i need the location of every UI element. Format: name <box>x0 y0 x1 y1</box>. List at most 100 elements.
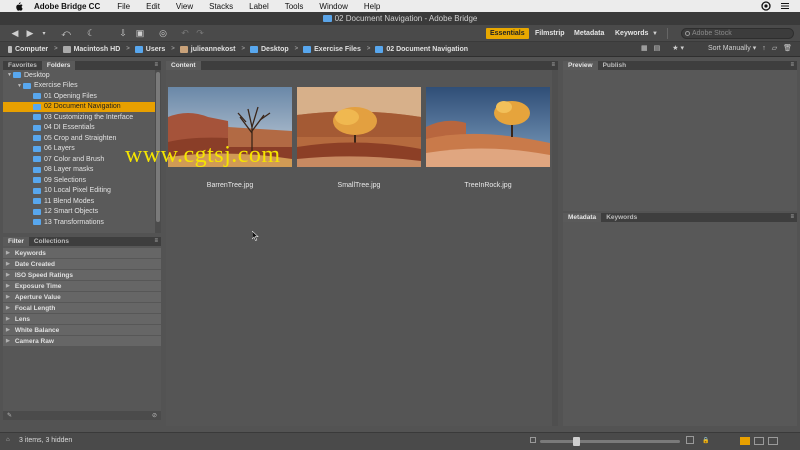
refine-icon[interactable]: ▣ <box>134 28 146 39</box>
menu-label[interactable]: Label <box>249 2 269 11</box>
zoom-in-icon[interactable] <box>686 436 694 444</box>
filter-category[interactable]: ▶ ISO Speed Ratings <box>3 270 161 280</box>
filter-category[interactable]: ▶ Focal Length <box>3 303 161 313</box>
tab-collections[interactable]: Collections <box>29 237 74 246</box>
breadcrumb-users[interactable]: Users > <box>134 45 175 53</box>
thumbnail-filename[interactable]: BarrenTree.jpg <box>207 182 253 189</box>
creative-cloud-icon[interactable] <box>761 1 771 11</box>
disclosure-triangle-icon[interactable]: ▶ <box>6 283 10 289</box>
thumbnail-quality-icon[interactable]: ▦ <box>641 44 648 52</box>
slider-knob[interactable] <box>573 437 580 446</box>
filter-category[interactable]: ▶ Aperture Value <box>3 292 161 302</box>
folder-tree-item[interactable]: 04 DI Essentials <box>3 123 155 134</box>
recent-dropdown-icon[interactable]: ▾ <box>40 28 48 39</box>
workspace-filmstrip[interactable]: Filmstrip <box>531 28 569 39</box>
tab-content[interactable]: Content <box>166 61 201 70</box>
menu-help[interactable]: Help <box>364 2 380 11</box>
menu-window[interactable]: Window <box>319 2 347 11</box>
folder-tree-item[interactable]: 11 Blend Modes <box>3 196 155 207</box>
thumbnail-image-small-tree[interactable] <box>297 87 421 167</box>
filter-category[interactable]: ▶ Keywords <box>3 248 161 258</box>
rotate-right-icon[interactable]: ↷ <box>195 28 205 39</box>
thumbnail-filename[interactable]: TreeInRock.jpg <box>464 182 511 189</box>
tab-filter[interactable]: Filter <box>3 237 29 246</box>
app-name-menu[interactable]: Adobe Bridge CC <box>34 2 100 11</box>
view-details-button[interactable] <box>754 437 764 445</box>
filter-category[interactable]: ▶ Camera Raw <box>3 336 161 346</box>
disclosure-triangle-icon[interactable]: ▶ <box>6 316 10 322</box>
boomerang-icon[interactable]: ⤺ <box>60 28 72 39</box>
open-in-camera-raw-icon[interactable]: ◎ <box>158 28 168 39</box>
folder-tree-item[interactable]: 09 Selections <box>3 175 155 186</box>
folder-tree-item[interactable]: ▼ Exercise Files <box>3 81 155 92</box>
pin-icon[interactable]: ✎ <box>7 412 12 419</box>
workspace-keywords[interactable]: Keywords <box>611 28 652 39</box>
thumbnail-size-slider[interactable] <box>540 437 680 446</box>
new-folder-icon[interactable]: ▱ <box>772 44 777 52</box>
thumbnail-item[interactable]: SmallTree.jpg <box>297 87 421 189</box>
workspace-metadata[interactable]: Metadata <box>570 28 608 39</box>
filter-category[interactable]: ▶ White Balance <box>3 325 161 335</box>
camera-download-icon[interactable]: ⇩ <box>117 28 129 39</box>
clear-filter-icon[interactable]: ⊘ <box>152 412 157 419</box>
breadcrumb-exercise-files[interactable]: Exercise Files > <box>303 45 370 53</box>
disclosure-triangle-icon[interactable]: ▶ <box>6 261 10 267</box>
filter-category[interactable]: ▶ Exposure Time <box>3 281 161 291</box>
thumbnail-item[interactable]: TreeInRock.jpg <box>426 87 550 189</box>
folder-tree-item[interactable]: ▼ Desktop <box>3 70 155 81</box>
folder-tree-item[interactable]: 02 Document Navigation <box>3 101 155 112</box>
sort-dropdown[interactable]: Sort Manually ▾ <box>708 44 756 52</box>
lock-icon[interactable]: 🔒 <box>702 437 709 444</box>
view-options-icon[interactable]: ▤ <box>654 44 661 52</box>
folder-tree-item[interactable]: 03 Customizing the Interface <box>3 112 155 123</box>
workspace-menu-chevron-icon[interactable]: ▼ <box>651 28 659 39</box>
sort-direction-icon[interactable]: ↑ <box>762 45 766 52</box>
folder-tree-item[interactable]: 13 Transformations <box>3 217 155 228</box>
rotate-left-icon[interactable]: ↶ <box>180 28 190 39</box>
notification-center-icon[interactable] <box>780 1 790 11</box>
menu-edit[interactable]: Edit <box>146 2 160 11</box>
tab-preview[interactable]: Preview <box>563 61 598 70</box>
forward-arrow-icon[interactable]: ▶ <box>25 28 35 39</box>
tab-favorites[interactable]: Favorites <box>3 61 42 70</box>
panel-menu-icon[interactable]: ≡ <box>154 62 158 68</box>
disclosure-triangle-icon[interactable]: ▶ <box>6 305 10 311</box>
menu-tools[interactable]: Tools <box>285 2 304 11</box>
menu-view[interactable]: View <box>176 2 193 11</box>
search-input[interactable]: Adobe Stock <box>681 28 794 39</box>
workspace-essentials[interactable]: Essentials <box>486 28 529 39</box>
filter-category[interactable]: ▶ Date Created <box>3 259 161 269</box>
breadcrumb-desktop[interactable]: Desktop > <box>250 45 298 53</box>
breadcrumb-macintosh-hd[interactable]: Macintosh HD > <box>62 45 130 53</box>
delete-icon[interactable]: 🗑 <box>783 44 792 52</box>
panel-menu-icon[interactable]: ≡ <box>790 62 794 68</box>
back-arrow-icon[interactable]: ◀ <box>10 28 20 39</box>
reveal-recent-icon[interactable]: ☾ <box>86 28 96 39</box>
disclosure-triangle-icon[interactable]: ▶ <box>6 294 10 300</box>
disclosure-triangle-icon[interactable]: ▶ <box>6 327 10 333</box>
tab-folders[interactable]: Folders <box>41 61 76 70</box>
tab-keywords[interactable]: Keywords <box>601 213 642 222</box>
panel-menu-icon[interactable]: ≡ <box>551 62 555 68</box>
disclosure-triangle-icon[interactable]: ▶ <box>6 338 10 344</box>
content-scrollbar[interactable] <box>552 70 558 426</box>
tab-publish[interactable]: Publish <box>598 61 631 70</box>
view-thumbnails-button[interactable] <box>740 437 750 445</box>
panel-menu-icon[interactable]: ≡ <box>790 214 794 220</box>
filter-category[interactable]: ▶ Lens <box>3 314 161 324</box>
breadcrumb-julieannekost[interactable]: julieannekost > <box>179 45 245 53</box>
folder-tree-item[interactable]: 12 Smart Objects <box>3 207 155 218</box>
view-list-button[interactable] <box>768 437 778 445</box>
filter-star-icon[interactable]: ★ ▾ <box>672 44 684 52</box>
panel-menu-icon[interactable]: ≡ <box>154 238 158 244</box>
menu-stacks[interactable]: Stacks <box>209 2 233 11</box>
menu-file[interactable]: File <box>117 2 130 11</box>
apple-menu-icon[interactable] <box>14 1 24 11</box>
tab-metadata[interactable]: Metadata <box>563 213 602 222</box>
breadcrumb-02-document-navigation[interactable]: 02 Document Navigation <box>375 45 468 53</box>
thumbnail-image-tree-in-rock[interactable] <box>426 87 550 167</box>
folder-tree-item[interactable]: 10 Local Pixel Editing <box>3 186 155 197</box>
thumbnail-item[interactable]: BarrenTree.jpg <box>168 87 292 189</box>
zoom-out-icon[interactable] <box>530 437 536 443</box>
folder-tree-item[interactable]: 01 Opening Files <box>3 91 155 102</box>
